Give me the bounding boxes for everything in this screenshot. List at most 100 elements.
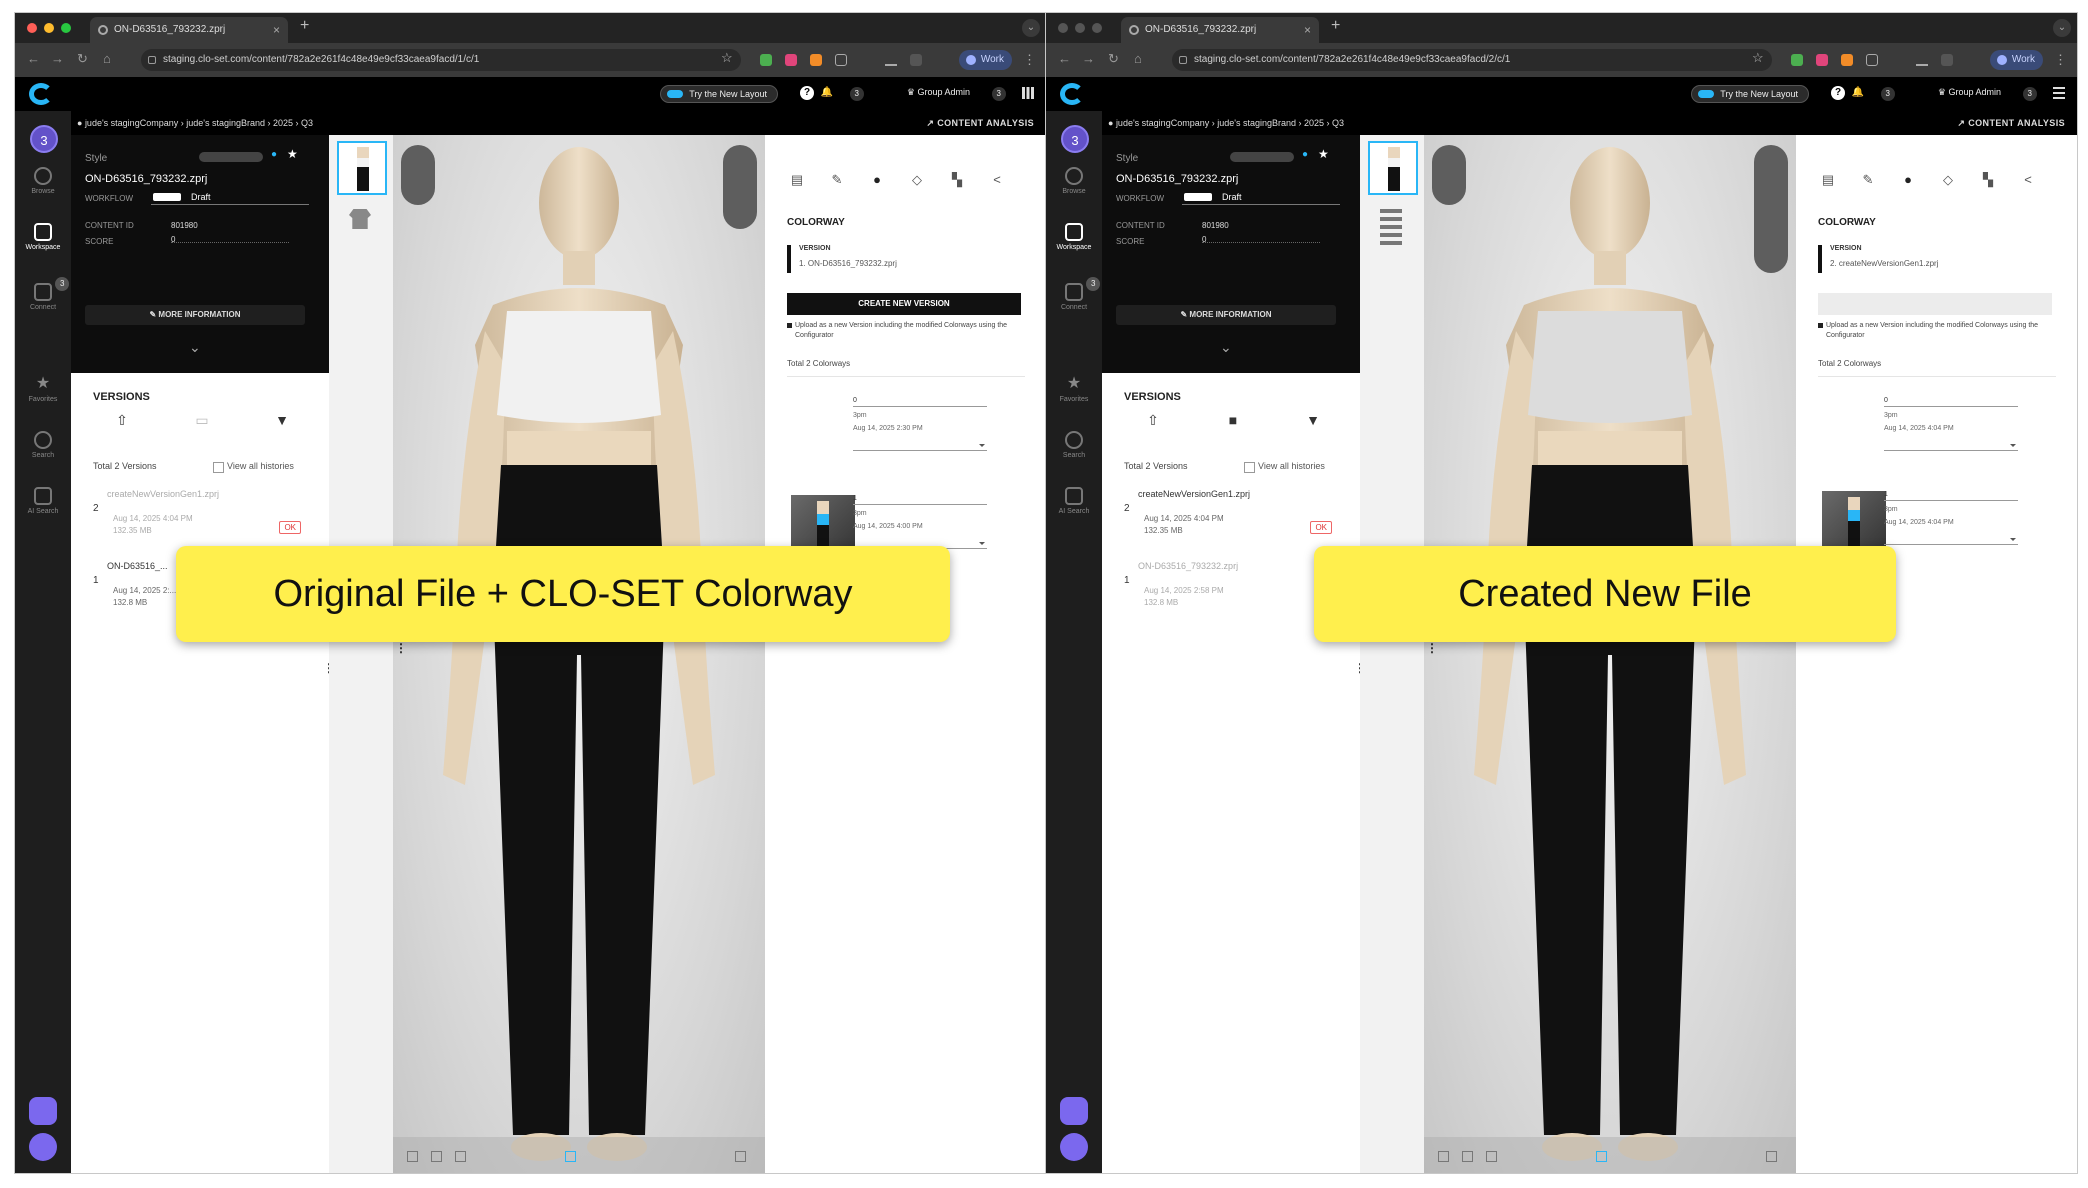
notes-icon[interactable] [29,1097,57,1125]
new-tab-button[interactable]: + [300,17,309,35]
help-icon[interactable]: ? [800,86,814,100]
hamburger-menu-icon[interactable] [2053,87,2065,99]
extension-icon[interactable] [810,54,822,66]
colorway-item[interactable]: 0 3pm Aug 14, 2025 4:04 PM [1884,397,2018,451]
new-tab-button[interactable]: + [1331,17,1340,35]
tab-search-button[interactable]: ⌄ [1022,19,1040,37]
avatar[interactable]: 3 [1061,125,1089,153]
window-controls[interactable] [1058,23,1102,33]
layers-icon[interactable]: ▤ [1820,173,1836,187]
video-icon[interactable]: ▭ [195,413,209,427]
garment-icon[interactable]: ▼ [1306,413,1320,427]
share-dot-icon[interactable]: ● [1302,149,1308,160]
share-icon[interactable]: < [2020,173,2036,187]
extension-icon[interactable] [785,54,797,66]
viewer-tool-panel-right[interactable] [1754,145,1788,273]
colorway-select[interactable] [1884,535,2018,545]
avatar-thumbnail[interactable] [337,141,387,195]
view-front-icon[interactable] [1438,1151,1449,1162]
viewer-tool-panel-left[interactable] [1432,145,1466,205]
more-information-button[interactable]: ✎ MORE INFORMATION [1116,305,1336,325]
nav-ai-search[interactable]: AI Search [15,487,71,515]
colorway-item[interactable]: 1 3pm Aug 14, 2025 4:00 PM [853,495,987,549]
clo-set-logo[interactable] [29,83,53,105]
profile-work-button[interactable]: Work [958,50,1012,70]
fullscreen-icon[interactable] [1766,1151,1777,1162]
colorway-select[interactable] [853,441,987,451]
viewer-tool-panel-left[interactable] [401,145,435,205]
browser-menu-icon[interactable]: ⋮ [1023,52,1036,68]
upload-icon[interactable]: ⇧ [115,413,129,427]
list-item[interactable]: 2 createNewVersionGen1.zprj Aug 14, 2025… [1124,489,1350,537]
chevron-down-icon[interactable]: ⌄ [189,339,201,356]
tag-icon[interactable]: ◇ [1940,173,1956,187]
bookmark-star-icon[interactable]: ☆ [721,50,733,66]
back-icon[interactable]: ← [27,51,40,66]
chevron-down-icon[interactable]: ⌄ [1220,339,1232,356]
view-all-histories-checkbox[interactable]: View all histories [213,461,294,473]
pattern-icon[interactable]: ▚ [949,173,965,187]
video-icon[interactable]: ■ [1226,413,1240,427]
colorway-icon[interactable]: ● [1900,173,1916,187]
fullscreen-icon[interactable] [735,1151,746,1162]
nav-workspace[interactable]: Workspace [1046,223,1102,251]
url-input[interactable]: staging.clo-set.com/content/782a2e261f4c… [141,49,741,71]
content-analysis-button[interactable]: ↗ CONTENT ANALYSIS [1957,111,2065,135]
browser-tab[interactable]: ON-D63516_793232.zprj × [1121,17,1319,43]
reload-icon[interactable]: ↻ [1108,51,1119,67]
breadcrumb[interactable]: ● jude's stagingCompany › jude's staging… [77,111,313,135]
nav-workspace[interactable]: Workspace [15,223,71,251]
try-new-layout-toggle[interactable]: Try the New Layout [1691,85,1809,103]
home-icon[interactable]: ⌂ [1134,51,1142,66]
workflow-select[interactable]: Draft [1182,189,1340,205]
breadcrumb[interactable]: ● jude's stagingCompany › jude's staging… [1108,111,1344,135]
url-input[interactable]: staging.clo-set.com/content/782a2e261f4c… [1172,49,1772,71]
help-icon[interactable]: ? [1831,86,1845,100]
forward-icon[interactable]: → [51,51,64,66]
home-icon[interactable]: ⌂ [103,51,111,66]
score-slider[interactable] [171,237,289,243]
colorway-select[interactable] [1884,441,2018,451]
browser-tab[interactable]: ON-D63516_793232.zprj × [90,17,288,43]
create-new-version-button[interactable]: CREATE NEW VERSION [1818,293,2052,315]
extension-icon[interactable] [1816,54,1828,66]
colorway-swatch-icon[interactable] [1380,205,1402,245]
more-options-icon[interactable]: ⋮ [395,641,407,655]
window-controls[interactable] [27,23,71,33]
view-front-icon[interactable] [407,1151,418,1162]
bell-icon[interactable]: 🔔 [820,86,834,100]
view-back-icon[interactable] [455,1151,466,1162]
nav-browse[interactable]: Browse [1046,167,1102,195]
favorite-star-icon[interactable]: ★ [1318,147,1329,161]
share-dot-icon[interactable]: ● [271,149,277,160]
download-icon[interactable] [885,54,897,66]
extension-icon[interactable] [910,54,922,66]
apps-grid-icon[interactable] [1022,87,1034,99]
view-all-histories-checkbox[interactable]: View all histories [1244,461,1325,473]
view-side-icon[interactable] [431,1151,442,1162]
viewer-tool-panel-right[interactable] [723,145,757,229]
nav-favorites[interactable]: ★ Favorites [15,375,71,403]
chat-bubble-icon[interactable] [29,1133,57,1161]
colorway-item[interactable]: 1 3pm Aug 14, 2025 4:04 PM [1884,491,2018,545]
shirt-icon[interactable] [349,209,371,229]
list-item[interactable]: 2 createNewVersionGen1.zprj Aug 14, 2025… [93,489,319,537]
3d-viewer[interactable]: ⋮ [393,135,765,1173]
browser-menu-icon[interactable]: ⋮ [2054,52,2067,68]
clo-set-logo[interactable] [1060,83,1084,105]
pattern-icon[interactable]: ▚ [1980,173,1996,187]
nav-search[interactable]: Search [1046,431,1102,459]
view-back-icon[interactable] [1486,1151,1497,1162]
group-admin-menu[interactable]: ♛ Group Admin [907,87,970,98]
score-slider[interactable] [1202,237,1320,243]
extension-icon[interactable] [760,54,772,66]
upload-icon[interactable]: ⇧ [1146,413,1160,427]
nav-browse[interactable]: Browse [15,167,71,195]
group-admin-menu[interactable]: ♛ Group Admin [1938,87,2001,98]
view-side-icon[interactable] [1462,1151,1473,1162]
profile-work-button[interactable]: Work [1989,50,2043,70]
more-information-button[interactable]: ✎ MORE INFORMATION [85,305,305,325]
share-icon[interactable]: < [989,173,1005,187]
bell-icon[interactable]: 🔔 [1851,86,1865,100]
colorway-icon[interactable]: ● [869,173,885,187]
